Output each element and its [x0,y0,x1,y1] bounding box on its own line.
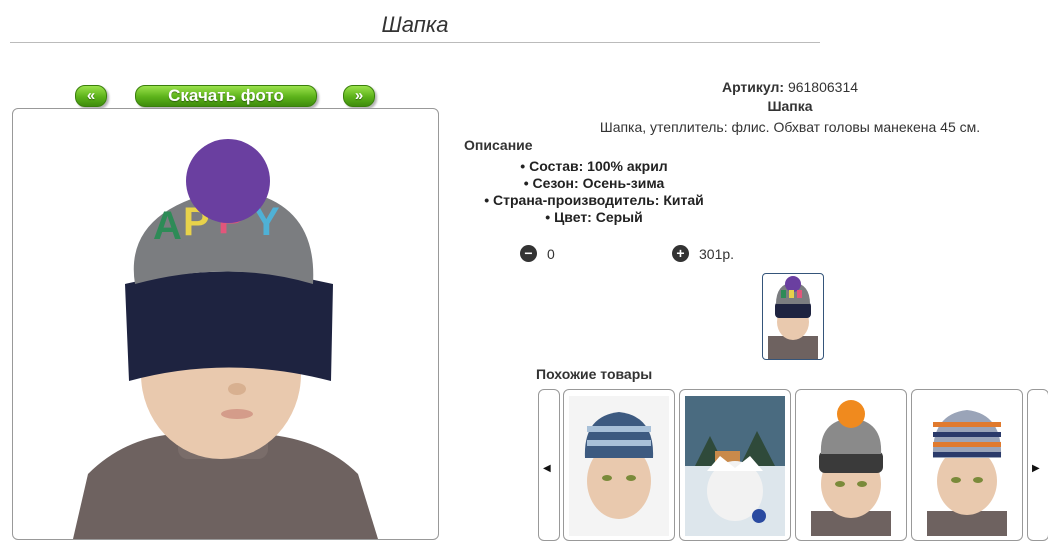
similar-item-4[interactable] [911,389,1023,541]
similar-item-2-image [685,396,785,536]
similar-next-button[interactable]: ▶ [1027,389,1048,541]
product-attributes: Состав: 100% акрил Сезон: Осень-зима Стр… [464,158,724,226]
svg-text:A: A [153,204,182,248]
similar-item-1[interactable] [563,389,675,541]
prev-icon: ◀ [543,463,551,474]
prev-photo-button[interactable]: « [75,85,107,107]
main-product-photo[interactable]: A P P Y [12,108,439,540]
attribute-composition: Состав: 100% акрил [464,158,724,175]
attribute-color: Цвет: Серый [464,209,724,226]
attribute-season: Сезон: Осень-зима [464,175,724,192]
product-short-description: Шапка, утеплитель: флис. Обхват головы м… [599,119,981,135]
add-to-cart-icon[interactable]: + [672,245,689,262]
similar-item-3-image [801,396,901,536]
download-photo-button[interactable]: Скачать фото [135,85,317,107]
similar-heading: Похожие товары [536,366,653,382]
article-label: Артикул: [721,79,785,95]
thumbnail-image [768,276,818,359]
similar-prev-button[interactable]: ◀ [538,389,560,541]
similar-item-2[interactable] [679,389,791,541]
product-name: Шапка [767,98,813,114]
quantity-value: 0 [547,246,555,262]
product-thumbnail[interactable] [762,273,824,360]
decrease-quantity-icon[interactable]: − [520,245,537,262]
article-line: Артикул: 961806314 [540,79,1040,95]
attribute-country: Страна-производитель: Китай [464,192,724,209]
similar-item-4-image [917,396,1017,536]
similar-item-1-image [569,396,669,536]
title-divider [10,42,820,43]
description-heading: Описание [464,137,533,153]
next-icon: ▶ [1032,463,1040,474]
product-photo-image: A P P Y [73,139,378,539]
product-price: 301р. [699,246,735,262]
similar-item-3[interactable] [795,389,907,541]
article-value: 961806314 [787,79,859,95]
page-title: Шапка [381,12,449,37]
next-photo-button[interactable]: » [343,85,375,107]
